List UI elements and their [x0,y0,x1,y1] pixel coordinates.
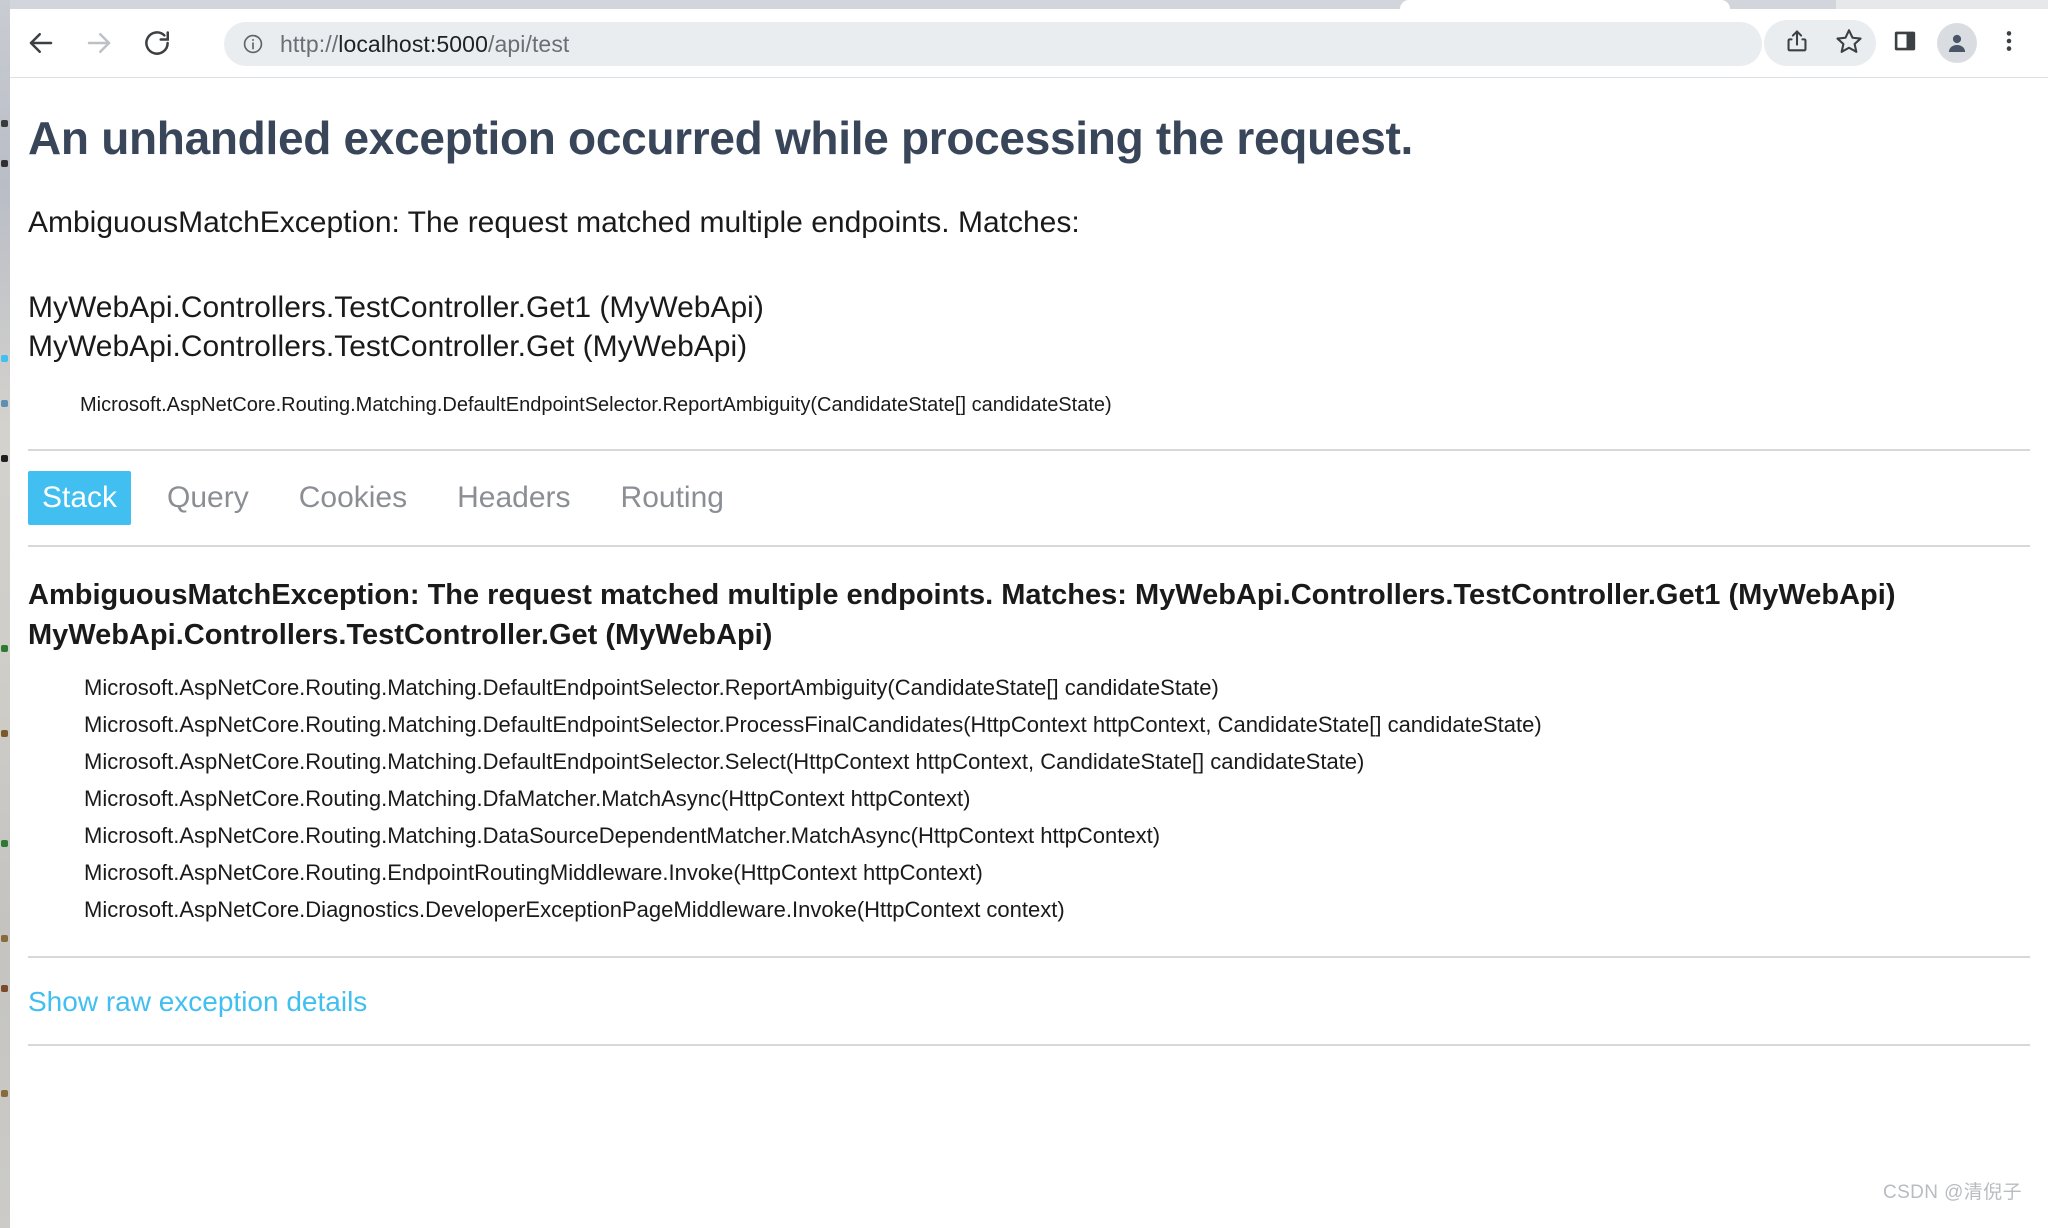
star-icon [1835,27,1863,60]
back-arrow-icon [26,28,56,58]
stack-frame: Microsoft.AspNetCore.Routing.Matching.Df… [84,785,971,811]
browser-toolbar: http://localhost:5000/api/test [0,9,2048,78]
stack-frame: Microsoft.AspNetCore.Routing.Matching.Da… [84,822,1161,848]
browser-tab-strip-right [1836,0,2048,9]
show-raw-exception-details-link[interactable]: Show raw exception details [28,986,367,1018]
url-scheme: http:// [280,30,339,57]
divider-stack-bottom [28,955,2030,958]
stack-frame: Microsoft.AspNetCore.Routing.Matching.De… [84,711,1542,737]
url-host: localhost:5000 [338,30,488,57]
exception-top-frame: Microsoft.AspNetCore.Routing.Matching.De… [80,394,1112,417]
bookmark-button[interactable] [1826,20,1872,66]
stack-frame: Microsoft.AspNetCore.Routing.Matching.De… [84,674,1219,700]
stack-frame: Microsoft.AspNetCore.Routing.Matching.De… [84,748,1365,774]
share-bookmark-group [1764,20,1876,66]
exception-message: AmbiguousMatchException: The request mat… [28,205,1080,239]
error-page: An unhandled exception occurred while pr… [10,78,2048,1228]
stack-frame: Microsoft.AspNetCore.Routing.EndpointRou… [84,859,983,885]
tab-headers[interactable]: Headers [443,471,584,525]
forward-arrow-icon [84,28,114,58]
side-panel-icon [1892,28,1918,59]
desktop-background-sliver [0,0,10,1228]
stack-frame-list: Microsoft.AspNetCore.Routing.Matching.De… [28,669,2030,928]
tab-bar: Stack Query Cookies Headers Routing [28,471,2030,545]
address-bar-url: http://localhost:5000/api/test [280,31,569,58]
csdn-watermark: CSDN @清倪子 [1882,1182,2022,1203]
toolbar-actions [1764,9,2032,77]
url-path: /api/test [487,30,570,57]
back-button[interactable] [20,22,62,64]
site-info-icon[interactable] [242,33,264,55]
reload-button[interactable] [136,22,178,64]
reload-icon [142,28,172,58]
tab-query[interactable]: Query [153,471,263,525]
page-title: An unhandled exception occurred while pr… [28,112,1413,164]
tab-routing[interactable]: Routing [607,471,738,525]
navigation-buttons [20,9,178,77]
forward-button[interactable] [78,22,120,64]
browser-tab-strip [0,0,2048,9]
chrome-menu-button[interactable] [1986,20,2032,66]
divider-footer [28,1043,2030,1046]
side-panel-button[interactable] [1882,20,1928,66]
share-button[interactable] [1774,20,1820,66]
tab-cookies[interactable]: Cookies [285,471,421,525]
browser-tab-active[interactable] [1400,0,1730,9]
stack-exception-heading: AmbiguousMatchException: The request mat… [28,578,1896,651]
match-line: MyWebApi.Controllers.TestController.Get1… [28,290,764,324]
three-dot-menu-icon [1998,28,2020,59]
address-bar[interactable]: http://localhost:5000/api/test [224,22,1762,66]
tab-stack[interactable]: Stack [28,471,132,525]
exception-matches: MyWebApi.Controllers.TestController.Get1… [28,288,2030,367]
match-line: MyWebApi.Controllers.TestController.Get … [28,330,748,364]
divider-top [28,449,2030,452]
stack-frame: Microsoft.AspNetCore.Diagnostics.Develop… [84,896,1065,922]
divider-tabs [28,544,2030,547]
profile-button[interactable] [1934,20,1980,66]
share-icon [1784,28,1810,59]
profile-avatar-icon [1937,23,1977,63]
